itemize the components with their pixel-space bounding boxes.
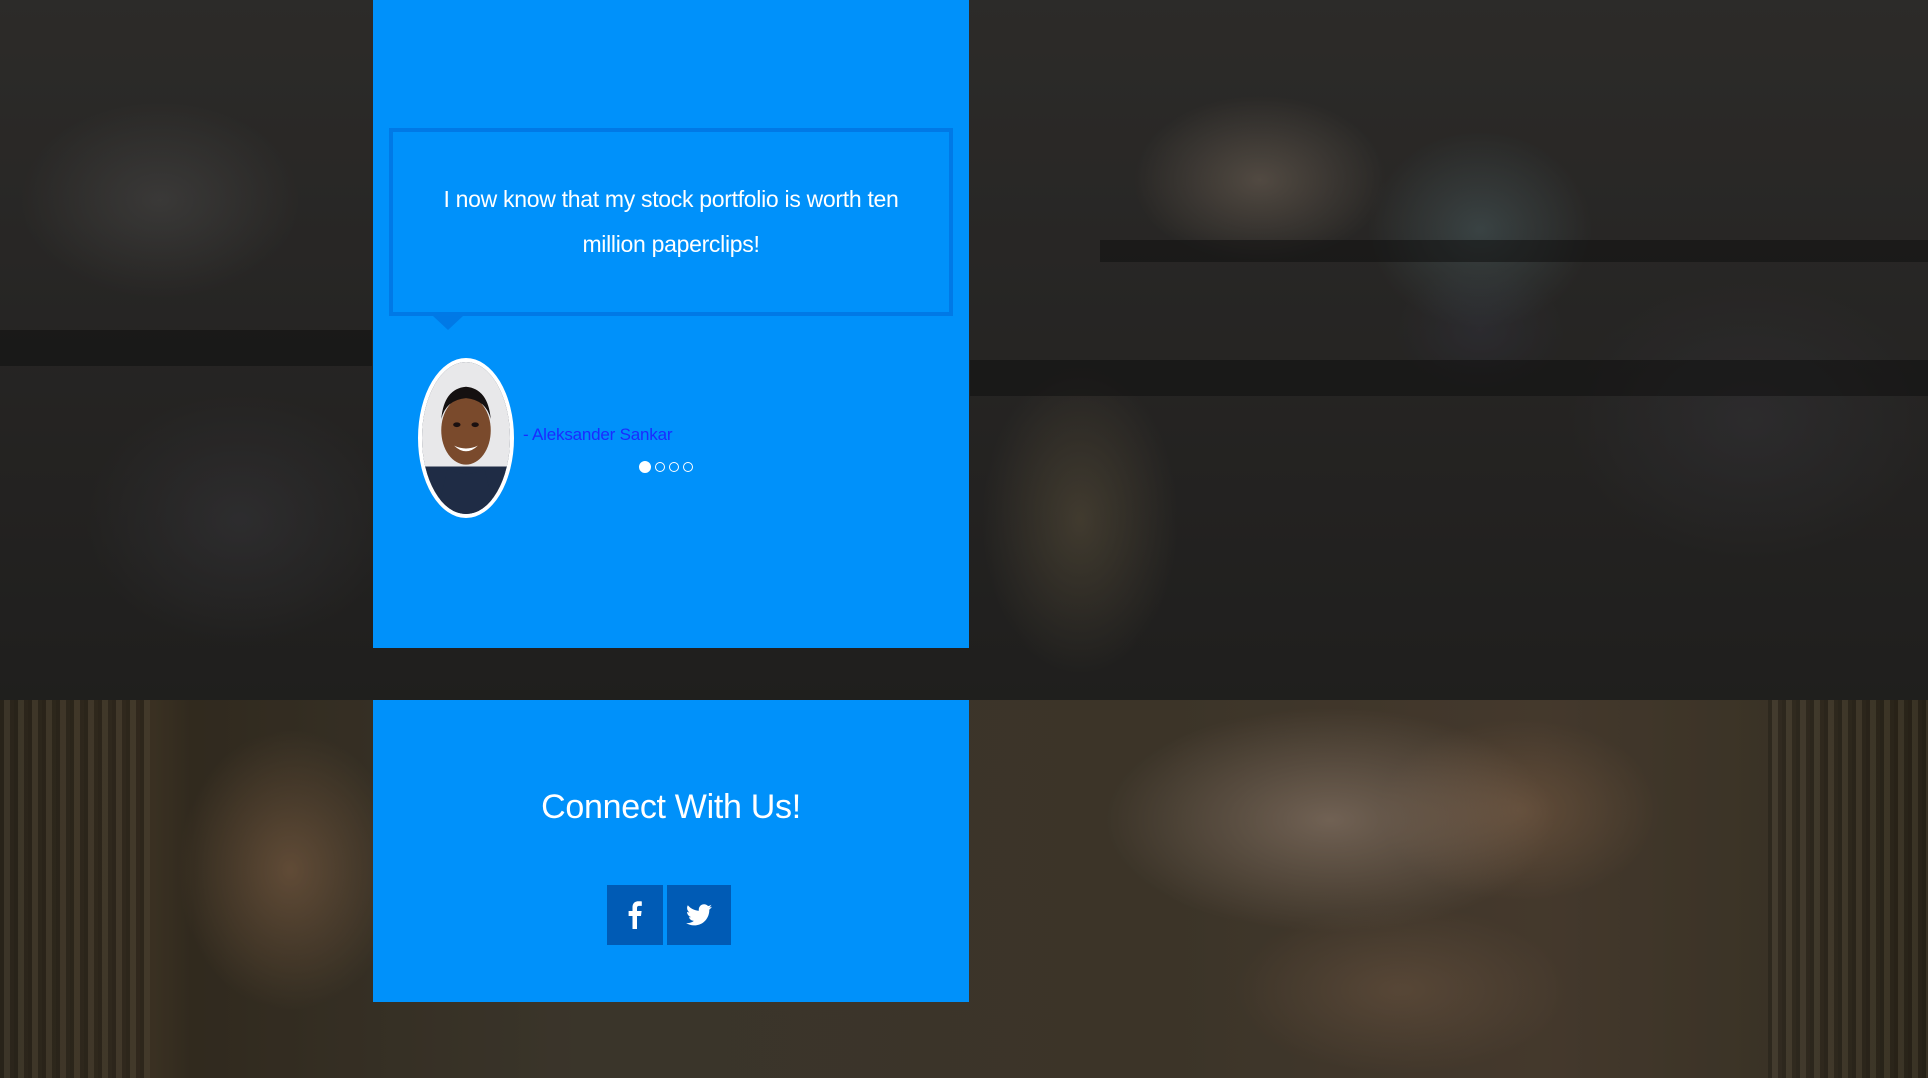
facebook-button[interactable] — [607, 885, 663, 945]
facebook-icon — [628, 901, 642, 929]
author-avatar — [418, 358, 514, 518]
twitter-button[interactable] — [667, 885, 731, 945]
carousel-dot-3[interactable] — [669, 462, 679, 472]
testimonial-quote: I now know that my stock portfolio is wo… — [443, 186, 899, 257]
testimonial-quote-box: I now know that my stock portfolio is wo… — [389, 128, 953, 316]
testimonial-panel: I now know that my stock portfolio is wo… — [373, 0, 969, 648]
carousel-dots — [639, 461, 693, 473]
carousel-dot-2[interactable] — [655, 462, 665, 472]
social-links — [607, 885, 731, 945]
twitter-icon — [686, 904, 712, 926]
connect-panel: Connect With Us! — [373, 700, 969, 1002]
carousel-dot-4[interactable] — [683, 462, 693, 472]
page: I now know that my stock portfolio is wo… — [0, 0, 1928, 1078]
author-name: - Aleksander Sankar — [523, 425, 673, 444]
connect-title: Connect With Us! — [541, 788, 801, 826]
quote-pointer — [433, 316, 463, 330]
carousel-dot-1[interactable] — [639, 461, 651, 473]
